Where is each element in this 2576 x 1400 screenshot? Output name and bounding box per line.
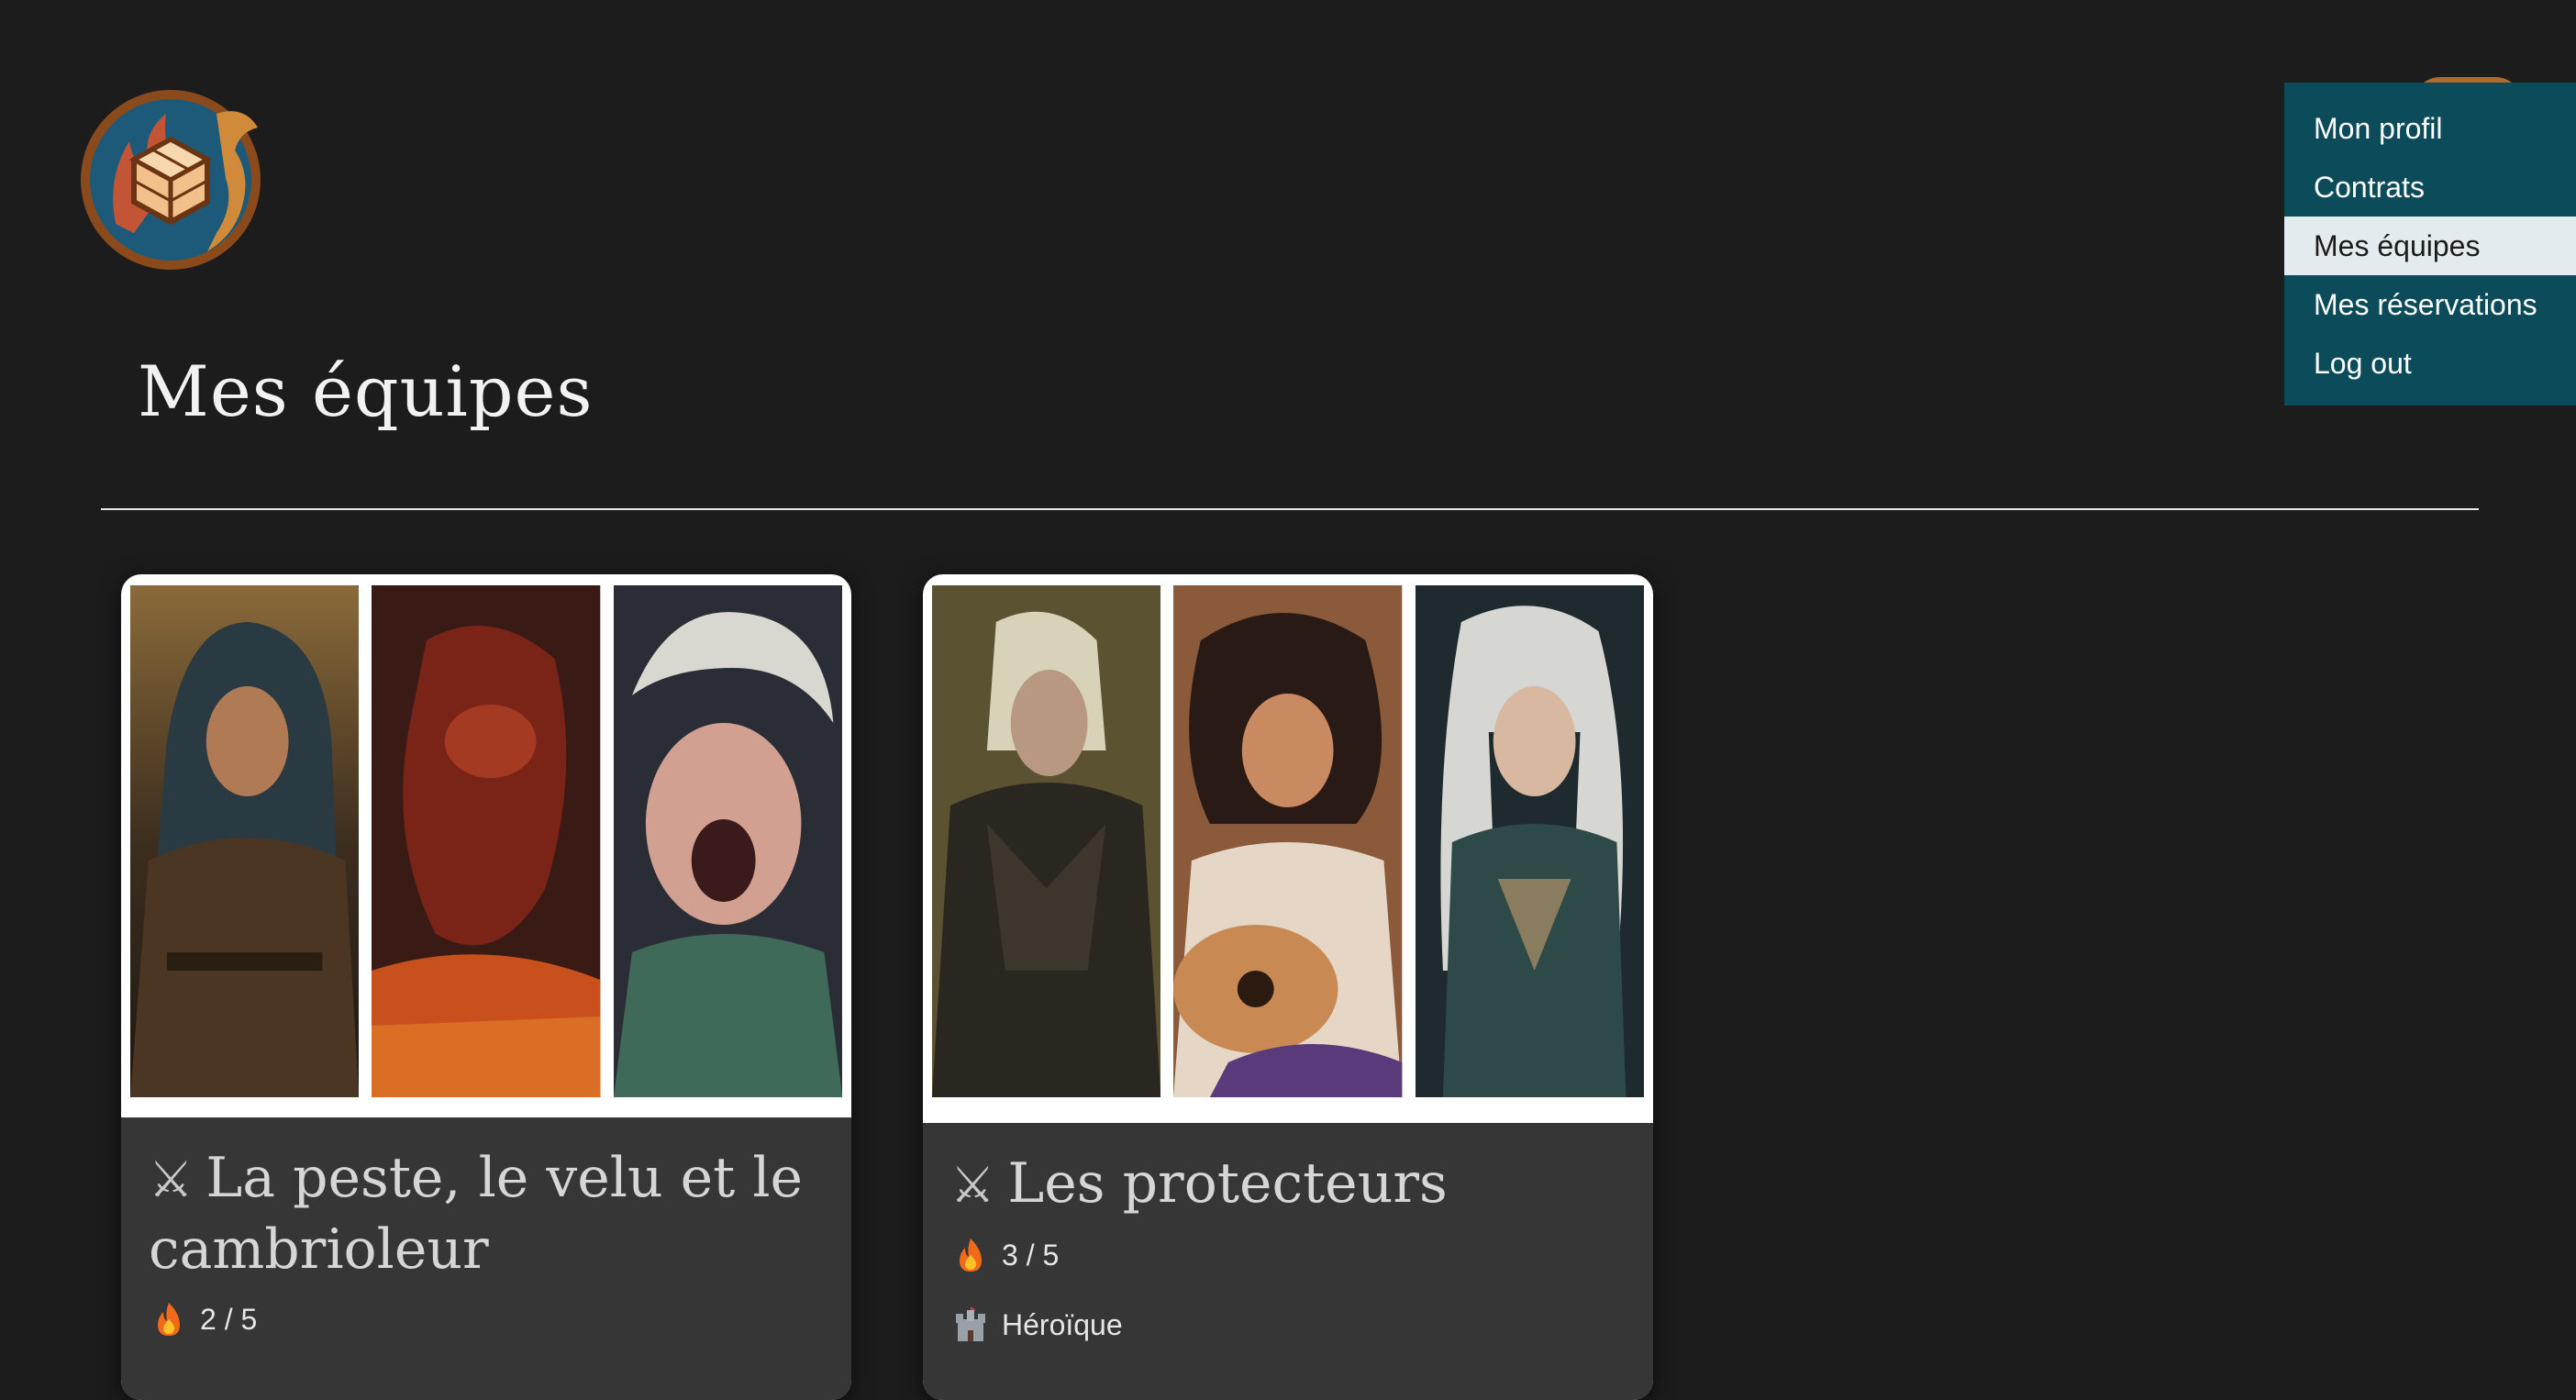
- portrait-elf-warrior: [932, 585, 1161, 1097]
- portrait-hooded-rogue: [130, 585, 360, 1097]
- portrait-bard-woman: [1173, 585, 1403, 1097]
- user-dropdown-menu: Mon profil Contrats Mes équipes Mes rése…: [2284, 83, 2576, 406]
- title-divider: [101, 508, 2479, 510]
- team-member-count: 3 / 5: [954, 1237, 1626, 1273]
- team-card-footer: ⚔ Les protecteurs 3 / 5 Héroïque: [923, 1123, 1653, 1400]
- crossed-swords-icon: ⚔: [950, 1156, 995, 1214]
- team-name: ⚔ Les protecteurs: [950, 1149, 1626, 1220]
- menu-item-profile[interactable]: Mon profil: [2284, 99, 2576, 158]
- team-difficulty: Héroïque: [954, 1306, 1626, 1343]
- member-count-text: 2 / 5: [200, 1302, 258, 1336]
- menu-item-contracts[interactable]: Contrats: [2284, 158, 2576, 217]
- difficulty-text: Héroïque: [1002, 1307, 1123, 1341]
- team-member-count: 2 / 5: [152, 1301, 824, 1338]
- team-portraits: [932, 585, 1644, 1097]
- member-count-text: 3 / 5: [1002, 1238, 1060, 1272]
- app-logo[interactable]: [79, 77, 272, 277]
- page-title: Mes équipes: [138, 350, 594, 432]
- team-card[interactable]: ⚔ La peste, le velu et le cambrioleur 2 /…: [121, 574, 851, 1400]
- menu-item-teams[interactable]: Mes équipes: [2284, 217, 2576, 275]
- portrait-red-beast: [372, 585, 601, 1097]
- team-card-footer: ⚔ La peste, le velu et le cambrioleur 2 /…: [121, 1117, 851, 1400]
- portrait-white-haired-elf: [1415, 585, 1644, 1097]
- team-portraits: [130, 585, 842, 1097]
- team-name-text: Les protecteurs: [1007, 1151, 1448, 1216]
- team-name: ⚔ La peste, le velu et le cambrioleur: [149, 1143, 824, 1284]
- fire-icon: [152, 1301, 185, 1338]
- menu-item-logout[interactable]: Log out: [2284, 334, 2576, 393]
- menu-item-reservations[interactable]: Mes réservations: [2284, 275, 2576, 334]
- team-name-text: La peste, le velu et le cambrioleur: [149, 1146, 804, 1282]
- crossed-swords-icon: ⚔: [149, 1150, 194, 1208]
- castle-icon: [954, 1306, 987, 1343]
- team-card[interactable]: ⚔ Les protecteurs 3 / 5 Héroïque: [923, 574, 1653, 1400]
- portrait-screaming-old-man: [613, 585, 842, 1097]
- fire-icon: [954, 1237, 987, 1273]
